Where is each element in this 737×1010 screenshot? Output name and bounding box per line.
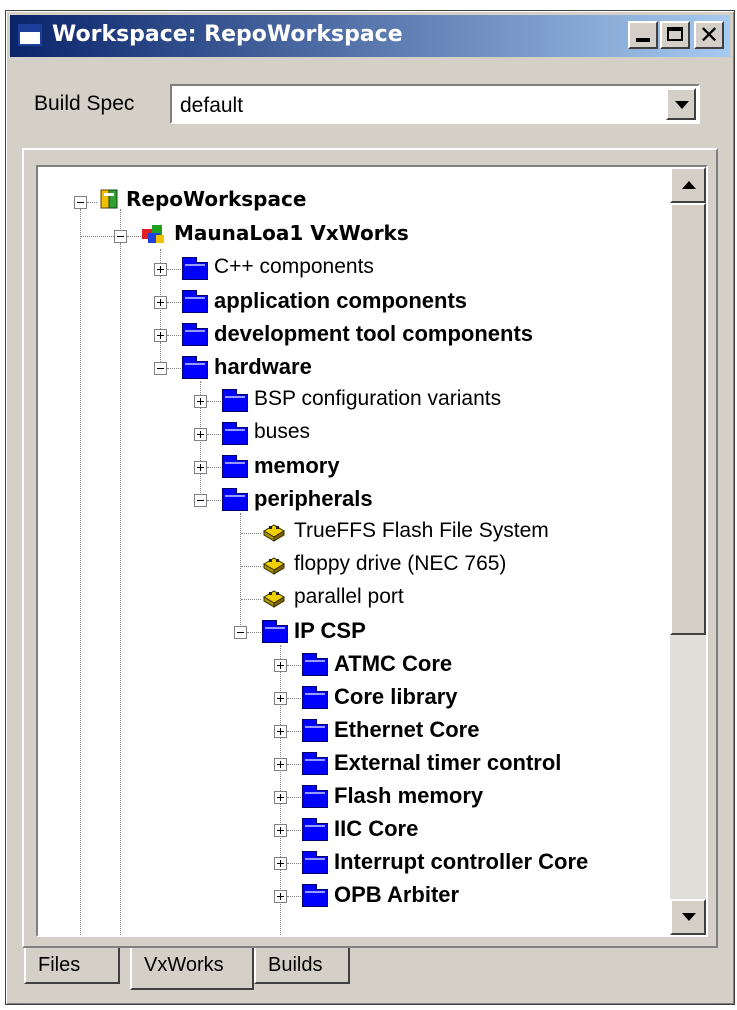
tree-node-label: application components [214,288,468,313]
component-icon [263,590,285,608]
expand-toggle[interactable] [194,461,207,474]
tree-node-label: hardware [214,354,312,379]
tree-node-label: C++ components [214,255,374,278]
folder-icon [182,290,208,313]
maximize-icon [667,27,683,41]
minimize-icon [636,38,650,42]
tree-node-label: peripherals [254,486,373,511]
tab-label: VxWorks [144,954,224,976]
expand-toggle[interactable] [274,857,287,870]
tree-node-label: TrueFFS Flash File System [294,519,549,542]
expand-toggle[interactable] [194,395,207,408]
tree-node-label: Core library [334,684,458,709]
folder-icon [302,686,328,709]
tab-builds[interactable]: Builds [254,948,350,984]
folder-icon [182,356,208,379]
collapse-toggle[interactable] [194,494,207,507]
tab-label: Files [38,954,81,976]
tree-node-label: parallel port [294,585,404,608]
expand-toggle[interactable] [194,428,207,441]
close-button[interactable]: ✕ [694,21,724,49]
folder-icon [302,785,328,808]
vxworks-project-icon [142,225,164,243]
expand-toggle[interactable] [154,329,167,342]
folder-icon [222,455,248,478]
folder-icon [262,620,288,643]
folder-icon [222,488,248,511]
build-spec-label-text: Build Spec [34,92,135,115]
scrollbar-thumb[interactable] [670,203,706,635]
folder-icon [302,653,328,676]
tree-node-label: Flash memory [334,783,484,808]
dropdown-arrow-icon[interactable] [666,88,696,120]
build-spec-label: Build Spec [34,92,134,116]
folder-icon [302,851,328,874]
expand-toggle[interactable] [274,692,287,705]
workspace-icon [100,189,118,209]
folder-icon [302,752,328,775]
expand-toggle[interactable] [154,263,167,276]
component-icon [263,524,285,542]
tree-node-label: RepoWorkspace [126,187,307,211]
folder-icon [302,719,328,742]
tab-label: Builds [268,954,323,976]
expand-toggle[interactable] [274,659,287,672]
expand-toggle[interactable] [274,725,287,738]
tree-node-label: IIC Core [334,816,419,841]
component-icon [263,557,285,575]
tree-node-label: development tool components [214,321,534,346]
tree-node-label: BSP configuration variants [254,387,502,410]
tab-vxworks[interactable]: VxWorks [130,948,254,990]
folder-icon [182,257,208,280]
tree-node-label: Ethernet Core [334,717,480,742]
window-title: Workspace: RepoWorkspace [52,22,403,47]
tree-node-label: External timer control [334,750,562,775]
tree-node-label: floppy drive (NEC 765) [294,552,507,575]
maximize-button[interactable] [660,21,690,49]
tree-node-label: memory [254,453,340,478]
scroll-up-icon[interactable] [670,167,706,203]
scroll-down-icon[interactable] [670,899,706,935]
expand-toggle[interactable] [274,824,287,837]
workspace-tree[interactable]: RepoWorkspace MaunaLoa1 VxWorks C++ comp… [36,165,708,937]
folder-icon [182,323,208,346]
title-bar[interactable]: Workspace: RepoWorkspace ✕ [10,15,730,57]
tree-node-label: ATMC Core [334,651,453,676]
tree-node-label: MaunaLoa1 VxWorks [174,221,409,245]
tab-files[interactable]: Files [24,948,120,984]
collapse-toggle[interactable] [114,230,127,243]
expand-toggle[interactable] [274,758,287,771]
expand-toggle[interactable] [274,890,287,903]
tree-node-label: OPB Arbiter [334,882,460,907]
folder-icon [222,422,248,445]
collapse-toggle[interactable] [74,196,87,209]
build-spec-value: default [180,94,244,117]
collapse-toggle[interactable] [154,362,167,375]
folder-icon [302,818,328,841]
minimize-button[interactable] [628,21,658,49]
build-spec-dropdown[interactable]: default [170,84,700,124]
collapse-toggle[interactable] [234,626,247,639]
expand-toggle[interactable] [274,791,287,804]
tree-node-label: IP CSP [294,618,366,643]
folder-icon [302,884,328,907]
folder-icon [222,389,248,412]
close-icon: ✕ [698,21,720,49]
vertical-scrollbar[interactable] [670,167,706,935]
window-icon [18,24,42,46]
expand-toggle[interactable] [154,296,167,309]
tree-node-label: buses [254,420,311,443]
tree-node-label: Interrupt controller Core [334,849,589,874]
